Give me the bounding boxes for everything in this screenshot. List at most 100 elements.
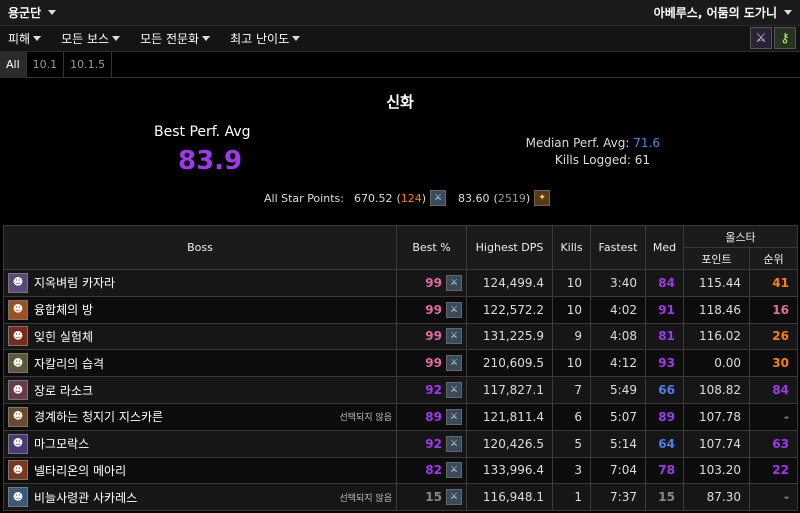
table-row[interactable]: ☻ 자칼리의 습격 99 ⚔ 210,609.5 10 4:12 93 0.00 30 (3, 349, 798, 378)
fastest: 3:40 (590, 269, 646, 297)
best-perf-label: Best Perf. Avg (154, 124, 251, 140)
patch-tabs: All 10.1 10.1.5 (0, 52, 800, 78)
class-icon: ⚔ (446, 328, 462, 345)
fastest: 4:12 (590, 349, 646, 378)
table-row[interactable]: ☻ 장로 라소크 92 ⚔ 117,827.1 7 5:49 66 108.82 84 (3, 376, 798, 404)
boss-name[interactable]: 장로 라소크 (34, 382, 93, 399)
table-row[interactable]: ☻ 비늘사령관 사카레스 선택되지 않음 15 ⚔ 116,948.1 1 7:37 15 87.… (3, 483, 798, 512)
table-row[interactable]: ☻ 넬타리온의 메아리 82 ⚔ 133,996.4 3 7:04 78 103.20 22 (3, 456, 798, 485)
allstar-points: 107.78 (683, 402, 750, 431)
boss-dropdown[interactable]: 모든 보스 (61, 30, 121, 47)
col-rank[interactable]: 순위 (749, 247, 798, 270)
allstar-rank: 16 (749, 295, 798, 324)
col-med[interactable]: Med (645, 225, 684, 270)
col-boss[interactable]: Boss (3, 225, 397, 270)
col-best[interactable]: Best % (396, 225, 467, 270)
boss-cell[interactable]: ☻ 융합체의 방 (3, 295, 397, 324)
col-allstar: 올스타 (683, 225, 798, 248)
boss-cell[interactable]: ☻ 경계하는 청지기 지스카른 선택되지 않음 (3, 402, 397, 431)
difficulty-title: 신화 (386, 93, 414, 111)
all-star-points: All Star Points: 670.52 (124) ⚔ 83.60 (2… (264, 190, 551, 206)
boss-name[interactable]: 경계하는 청지기 지스카른 (34, 408, 163, 425)
boss-name[interactable]: 잊힌 실험체 (34, 328, 93, 345)
boss-cell[interactable]: ☻ 장로 라소크 (3, 376, 397, 404)
boss-name[interactable]: 비늘사령관 사카레스 (34, 489, 137, 506)
guild-name: 용군단 (8, 6, 42, 20)
table-row[interactable]: ☻ 지옥벼림 카자라 99 ⚔ 124,499.4 10 3:40 84 115.44 41 (3, 269, 798, 297)
boss-cell[interactable]: ☻ 마그모락스 (3, 429, 397, 458)
table-row[interactable]: ☻ 마그모락스 92 ⚔ 120,426.5 5 5:14 64 107.74 63 (3, 429, 798, 458)
col-kills[interactable]: Kills (552, 225, 591, 270)
star-rank-2: 2519 (497, 191, 526, 205)
best-cell: 99 ⚔ (396, 269, 467, 297)
best-cell: 82 ⚔ (396, 456, 467, 485)
kills: 7 (552, 376, 591, 404)
metric-dropdown[interactable]: 피해 (8, 30, 42, 47)
boss-portrait-icon: ☻ (8, 380, 28, 401)
key-icon[interactable]: ⚷ (774, 27, 796, 49)
median-perf: Median Perf. Avg: 71.6 (526, 136, 660, 150)
best-percent: 99 (425, 329, 442, 344)
kills: 3 (552, 456, 591, 485)
allstar-points: 118.46 (683, 295, 750, 324)
boss-portrait-icon: ☻ (8, 460, 28, 481)
tab-all[interactable]: All (0, 52, 27, 78)
median: 64 (645, 429, 684, 458)
median: 89 (645, 402, 684, 431)
kills: 9 (552, 322, 591, 351)
kills-value: 61 (634, 153, 650, 167)
boss-cell[interactable]: ☻ 비늘사령관 사카레스 선택되지 않음 (3, 483, 397, 512)
best-percent: 99 (425, 356, 442, 371)
fastest: 5:07 (590, 402, 646, 431)
allstar-points: 0.00 (683, 349, 750, 378)
kills: 6 (552, 402, 591, 431)
spec-filter-label: 모든 전문화 (140, 32, 200, 46)
kills-logged: Kills Logged: 61 (555, 153, 650, 167)
allstar-rank: 30 (749, 349, 798, 378)
boss-name[interactable]: 마그모락스 (34, 435, 89, 452)
best-cell: 15 ⚔ (396, 483, 467, 512)
boss-cell[interactable]: ☻ 잊힌 실험체 (3, 322, 397, 351)
best-percent: 89 (425, 409, 442, 424)
boss-cell[interactable]: ☻ 자칼리의 습격 (3, 349, 397, 378)
boss-portrait-icon: ☻ (8, 326, 28, 347)
kills: 5 (552, 429, 591, 458)
tab-10-1-5[interactable]: 10.1.5 (64, 52, 113, 78)
boss-cell[interactable]: ☻ 넬타리온의 메아리 (3, 456, 397, 485)
table-row[interactable]: ☻ 잊힌 실험체 99 ⚔ 131,225.9 9 4:08 81 116.02 26 (3, 322, 798, 351)
guild-dropdown[interactable]: 용군단 (8, 4, 57, 21)
table-row[interactable]: ☻ 경계하는 청지기 지스카른 선택되지 않음 89 ⚔ 121,811.4 6 5:07 89… (3, 402, 798, 431)
fastest: 7:37 (590, 483, 646, 512)
fastest: 4:02 (590, 295, 646, 324)
col-points[interactable]: 포인트 (683, 247, 750, 270)
boss-name[interactable]: 지옥벼림 카자라 (34, 274, 115, 291)
difficulty-dropdown[interactable]: 최고 난이도 (230, 30, 301, 47)
boss-name[interactable]: 융합체의 방 (34, 301, 93, 318)
not-selected-note: 선택되지 않음 (339, 413, 392, 424)
class-icon: ⚔ (430, 190, 447, 206)
summary-panel: 신화 Best Perf. Avg 83.9 Median Perf. Avg:… (0, 78, 800, 220)
col-dps[interactable]: Highest DPS (466, 225, 553, 270)
best-perf-value: 83.9 (178, 146, 243, 176)
table-row[interactable]: ☻ 융합체의 방 99 ⚔ 122,572.2 10 4:02 91 118.46 16 (3, 295, 798, 324)
boss-table: Boss Best % Highest DPS Kills Fastest Me… (3, 225, 798, 512)
highest-dps: 120,426.5 (466, 429, 553, 458)
class-icon: ⚔ (446, 382, 462, 399)
spec-dropdown[interactable]: 모든 전문화 (140, 30, 211, 47)
zone-dropdown[interactable]: 아베루스, 어둠의 도가니 (654, 4, 792, 21)
star-points-2: 83.60 (458, 191, 490, 205)
chevron-down-icon (784, 10, 792, 15)
tab-10-1[interactable]: 10.1 (27, 52, 65, 78)
boss-portrait-icon: ☻ (8, 406, 28, 427)
boss-name[interactable]: 자칼리의 습격 (34, 355, 104, 372)
boss-cell[interactable]: ☻ 지옥벼림 카자라 (3, 269, 397, 297)
col-fastest[interactable]: Fastest (590, 225, 646, 270)
raid-icon[interactable]: ⚔ (750, 27, 772, 49)
chevron-down-icon (48, 10, 57, 15)
best-percent: 99 (425, 275, 442, 290)
zone-name: 아베루스, 어둠의 도가니 (653, 6, 777, 20)
chevron-down-icon (112, 36, 121, 41)
chevron-down-icon (202, 36, 211, 41)
boss-name[interactable]: 넬타리온의 메아리 (34, 462, 126, 479)
not-selected-note: 선택되지 않음 (339, 493, 392, 504)
